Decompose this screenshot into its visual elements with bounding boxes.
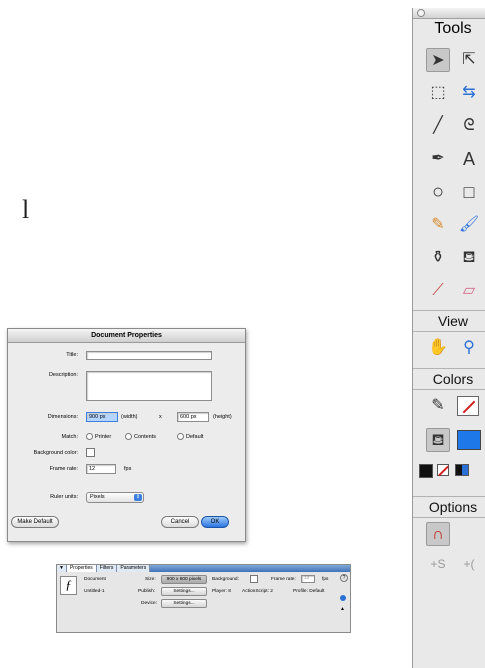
popup-arrows-icon: ⇕ [134,494,142,501]
paint-bucket-tool-icon[interactable]: ⛾ [457,246,481,270]
title-label: Title: [66,352,78,358]
expand-icon[interactable] [340,595,346,601]
description-label: Description: [48,372,78,378]
selection-tool-icon[interactable]: ➤ [426,48,450,72]
title-field[interactable] [86,351,212,360]
swap-colors-icon[interactable] [455,464,469,476]
inspector-device-label: Device: [141,601,157,606]
straighten-option-icon[interactable]: +( [457,552,481,576]
width-field[interactable]: 900 px [86,412,118,422]
help-icon[interactable]: ? [340,574,348,582]
publish-settings-button[interactable]: Settings... [161,587,207,596]
description-field[interactable] [86,371,212,401]
tools-panel: Tools ➤ ⇱ ⬚ ⇆ ╱ ᘓ ✒ A ○ □ ✎ 🖌 ⚱ ⛾ ⟋ ▱ Vi… [412,8,485,668]
ruler-units-label: Ruler units: [50,494,78,500]
inspector-size-label: Size: [145,577,156,582]
no-color-slash [438,465,449,477]
eraser-tool-icon[interactable]: ▱ [457,279,481,303]
height-field[interactable]: 600 px [177,412,209,422]
match-default-label: Default [186,434,204,440]
property-inspector: ▼ Properties Filters Parameters ƒ Document … [56,564,351,633]
view-section-header: View [413,310,485,332]
inspector-frame-rate-label: Frame rate: [271,577,296,582]
canvas-text: l [22,195,30,224]
inspector-profile: Profile: Default [293,589,325,594]
zoom-tool-icon[interactable]: ⚲ [457,336,481,360]
no-color-icon[interactable] [437,464,449,477]
subselection-tool-icon[interactable]: ⇱ [457,48,481,72]
frame-rate-field[interactable]: 12 [86,464,116,474]
height-suffix: (height) [213,414,232,420]
match-default-radio[interactable] [177,433,184,440]
make-default-button[interactable]: Make Default [11,516,59,528]
cancel-button[interactable]: Cancel [161,516,199,528]
tools-header: Tools [434,20,472,37]
document-properties-dialog: Document Properties Title: Description: … [7,328,246,542]
oval-tool-icon[interactable]: ○ [426,180,450,204]
options-section-header: Options [413,496,485,518]
flash-document-icon: ƒ [60,576,77,595]
collapse-icon[interactable]: ▼ [57,565,67,572]
fill-color-swatch[interactable] [457,430,481,450]
ink-bottle-tool-icon[interactable]: ⚱ [426,246,450,270]
smooth-option-icon[interactable]: +S [426,552,450,576]
lasso-tool-icon[interactable]: ᘓ [457,114,481,138]
inspector-player: Player: 8 [212,589,231,594]
dialog-title: Document Properties [8,329,245,343]
gradient-transform-tool-icon[interactable]: ⇆ [457,81,481,105]
background-color-label: Background color: [33,450,78,456]
fps-label: fps [124,466,132,472]
inspector-doc-name: Untitled-1 [84,589,105,594]
dimensions-label: Dimensions: [47,414,78,420]
inspector-fps-label: fps [322,577,329,582]
pencil-tool-icon[interactable]: ✎ [426,213,450,237]
close-icon[interactable] [417,9,425,17]
tab-parameters[interactable]: Parameters [117,565,151,572]
size-button[interactable]: 900 x 600 pixels [161,575,207,584]
free-transform-tool-icon[interactable]: ⬚ [426,81,450,105]
eyedropper-tool-icon[interactable]: ⟋ [426,279,450,303]
match-printer-label: Printer [95,434,112,440]
hand-tool-icon[interactable]: ✋ [426,336,450,360]
stroke-none-slash-icon [462,400,476,414]
ruler-units-value: Pixels [90,494,105,500]
text-tool-icon[interactable]: A [457,147,481,171]
inspector-frame-rate-field[interactable]: 12 [301,575,315,583]
times-sign: x [159,414,162,420]
tab-properties[interactable]: Properties [66,565,97,572]
inspector-tabbar: ▼ Properties Filters Parameters [57,565,350,572]
rectangle-tool-icon[interactable]: □ [457,180,481,204]
stroke-color-swatch[interactable] [457,396,479,416]
device-settings-button[interactable]: Settings... [161,599,207,608]
collapse-arrow-icon[interactable]: ▲ [340,606,345,612]
match-label: Match: [61,434,78,440]
brush-tool-icon[interactable]: 🖌 [457,213,481,237]
ok-button[interactable]: OK [201,516,229,528]
match-contents-radio[interactable] [125,433,132,440]
ruler-units-select[interactable]: Pixels ⇕ [86,492,144,503]
snap-to-objects-icon[interactable]: ∩ [426,522,450,546]
stroke-color-icon: ✎ [431,397,445,414]
inspector-background-label: Background: [212,577,239,582]
line-tool-icon[interactable]: ╱ [426,114,450,138]
tab-filters[interactable]: Filters [96,565,118,572]
inspector-actionscript: ActionScript: 2 [242,589,273,594]
tools-titlebar [413,8,485,19]
inspector-publish-label: Publish: [138,589,156,594]
match-contents-label: Contents [134,434,157,440]
pen-tool-icon[interactable]: ✒ [426,147,450,171]
fill-color-icon: ⛾ [426,428,450,452]
frame-rate-label: Frame rate: [49,466,78,472]
black-white-icon[interactable] [419,464,433,478]
match-printer-radio[interactable] [86,433,93,440]
colors-section-header: Colors [413,368,485,390]
inspector-background-swatch[interactable] [250,575,258,583]
background-color-swatch[interactable] [86,448,95,457]
width-suffix: (width) [121,414,138,420]
inspector-doc-type: Document [84,577,106,582]
